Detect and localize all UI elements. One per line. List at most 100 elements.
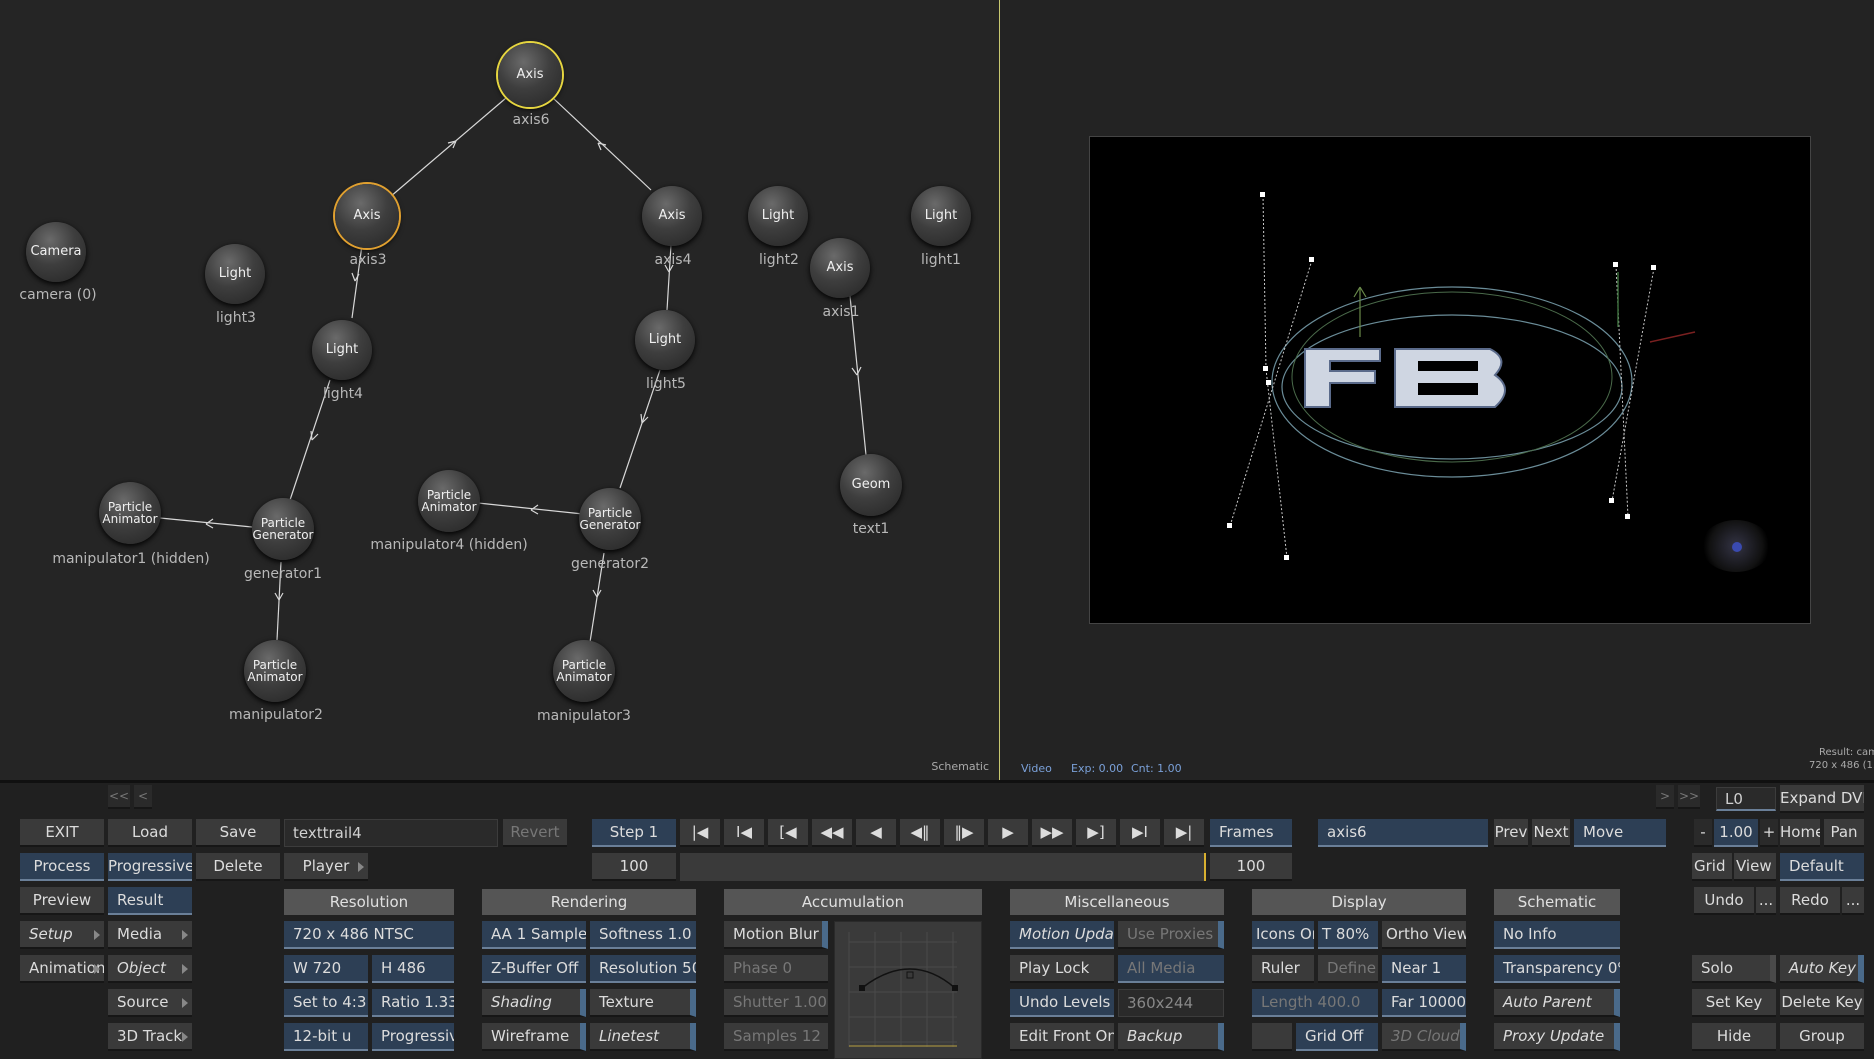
go-end-icon[interactable]: ▶| bbox=[1164, 819, 1204, 847]
viewport[interactable]: Video Exp: 0.00 Cnt: 1.00 Result: cam 72… bbox=[1001, 0, 1874, 780]
rewind-icon[interactable]: ◀◀ bbox=[812, 819, 852, 847]
step-forward-key-icon[interactable]: ▶I bbox=[1120, 819, 1160, 847]
far-field[interactable]: Far 10000 bbox=[1382, 989, 1466, 1017]
node-light2[interactable]: Light bbox=[748, 186, 808, 246]
object-menu[interactable]: Object bbox=[108, 955, 192, 983]
step-back-key-icon[interactable]: I◀ bbox=[724, 819, 764, 847]
frame-end-field[interactable]: 100 bbox=[1210, 853, 1292, 881]
node-axis1[interactable]: Axis bbox=[810, 238, 870, 298]
animation-menu[interactable]: Animation bbox=[20, 955, 104, 983]
node-text1[interactable]: Geom bbox=[840, 454, 902, 516]
node-manipulator3[interactable]: Particle Animator bbox=[553, 640, 615, 702]
zoom-field[interactable]: 1.00 bbox=[1714, 819, 1758, 847]
grid-menu[interactable]: Grid bbox=[1692, 853, 1732, 881]
process-button[interactable]: Process bbox=[20, 853, 104, 881]
hide-button[interactable]: Hide bbox=[1692, 1023, 1776, 1051]
setup-menu[interactable]: Setup bbox=[20, 921, 104, 949]
schematic-transparency-field[interactable]: Transparency 0% bbox=[1494, 955, 1620, 983]
move-mode-button[interactable]: Move bbox=[1574, 819, 1666, 847]
edit-front-only-toggle[interactable]: Edit Front Only bbox=[1010, 1023, 1114, 1051]
load-button[interactable]: Load bbox=[108, 819, 192, 847]
prev-page-button[interactable]: < bbox=[134, 785, 152, 809]
timeline-bar[interactable] bbox=[680, 853, 1206, 881]
softness-field[interactable]: Softness 1.0 bbox=[590, 921, 696, 949]
player-menu[interactable]: Player bbox=[284, 853, 368, 881]
fast-forward-icon[interactable]: ▶▶ bbox=[1032, 819, 1072, 847]
first-page-button[interactable]: << bbox=[108, 785, 130, 809]
zbuffer-button[interactable]: Z-Buffer Off bbox=[482, 955, 586, 983]
length-field[interactable]: Length 400.0 bbox=[1252, 989, 1378, 1017]
node-manipulator1[interactable]: Particle Animator bbox=[99, 482, 161, 544]
pan-button[interactable]: Pan bbox=[1824, 819, 1864, 847]
undo-list-button[interactable]: ... bbox=[1756, 887, 1776, 915]
result-button[interactable]: Result bbox=[108, 887, 192, 915]
node-light1[interactable]: Light bbox=[911, 186, 971, 246]
bit-depth-button[interactable]: 12-bit u bbox=[284, 1023, 368, 1051]
ortho-views-button[interactable]: Ortho Views bbox=[1382, 921, 1466, 949]
backup-toggle[interactable]: Backup bbox=[1118, 1023, 1224, 1051]
node-camera[interactable]: Camera bbox=[26, 222, 86, 282]
undo-button[interactable]: Undo bbox=[1694, 887, 1754, 915]
node-light3[interactable]: Light bbox=[205, 244, 265, 304]
step-field[interactable]: Step 1 bbox=[592, 819, 676, 847]
render-resolution-field[interactable]: Resolution 50 bbox=[590, 955, 696, 983]
blur-curve-editor[interactable] bbox=[834, 921, 982, 1059]
home-button[interactable]: Home bbox=[1780, 819, 1820, 847]
node-manipulator4[interactable]: Particle Animator bbox=[418, 470, 480, 532]
proxy-resolution-field[interactable]: 360x244 bbox=[1118, 989, 1224, 1017]
samples-field[interactable]: Samples 12 bbox=[724, 1023, 828, 1051]
solo-toggle[interactable]: Solo bbox=[1692, 955, 1776, 983]
next-key-icon[interactable]: ▶] bbox=[1076, 819, 1116, 847]
default-view-button[interactable]: Default bbox=[1780, 853, 1864, 881]
set-4-3-button[interactable]: Set to 4:3 bbox=[284, 989, 368, 1017]
next-page-button[interactable]: > bbox=[1656, 785, 1674, 809]
auto-parent-toggle[interactable]: Auto Parent bbox=[1494, 989, 1620, 1017]
node-manipulator2[interactable]: Particle Animator bbox=[244, 640, 306, 702]
play-lock-toggle[interactable]: Play Lock bbox=[1010, 955, 1114, 983]
width-field[interactable]: W 720 bbox=[284, 955, 368, 983]
last-page-button[interactable]: >> bbox=[1678, 785, 1700, 809]
layer-field[interactable]: L0 bbox=[1716, 787, 1776, 811]
grid-off-toggle[interactable]: Grid Off bbox=[1296, 1023, 1378, 1051]
source-menu[interactable]: Source bbox=[108, 989, 192, 1017]
node-light4[interactable]: Light bbox=[312, 320, 372, 380]
prev-key-icon[interactable]: [◀ bbox=[768, 819, 808, 847]
texture-toggle[interactable]: Texture bbox=[590, 989, 696, 1017]
group-button[interactable]: Group bbox=[1780, 1023, 1864, 1051]
icons-on-toggle[interactable]: Icons On bbox=[1252, 921, 1314, 949]
node-axis6[interactable]: Axis bbox=[498, 43, 562, 107]
proxy-update-toggle[interactable]: Proxy Update bbox=[1494, 1023, 1620, 1051]
zoom-plus-button[interactable]: + bbox=[1760, 819, 1778, 847]
no-info-button[interactable]: No Info bbox=[1494, 921, 1620, 949]
auto-key-toggle[interactable]: Auto Key bbox=[1780, 955, 1864, 983]
shading-toggle[interactable]: Shading bbox=[482, 989, 586, 1017]
zoom-minus-button[interactable]: - bbox=[1694, 819, 1712, 847]
exit-button[interactable]: EXIT bbox=[20, 819, 104, 847]
antialias-button[interactable]: AA 1 Sample bbox=[482, 921, 586, 949]
preview-button[interactable]: Preview bbox=[20, 887, 104, 915]
frame-start-field[interactable]: 100 bbox=[592, 853, 676, 881]
undo-levels-field[interactable]: Undo Levels 10 bbox=[1010, 989, 1114, 1017]
save-button[interactable]: Save bbox=[196, 819, 280, 847]
wireframe-toggle[interactable]: Wireframe bbox=[482, 1023, 586, 1051]
height-field[interactable]: H 486 bbox=[372, 955, 454, 983]
progressive-button[interactable]: Progressive bbox=[108, 853, 192, 881]
ruler-toggle[interactable]: Ruler bbox=[1252, 955, 1314, 983]
setup-name-field[interactable]: texttrail4 bbox=[284, 819, 498, 847]
format-field[interactable]: 720 x 486 NTSC bbox=[284, 921, 454, 949]
all-media-button[interactable]: All Media bbox=[1118, 955, 1224, 983]
3d-track-menu[interactable]: 3D Track bbox=[108, 1023, 192, 1051]
node-axis4[interactable]: Axis bbox=[642, 186, 702, 246]
grid-color-swatch[interactable] bbox=[1252, 1023, 1292, 1051]
node-generator1[interactable]: Particle Generator bbox=[252, 498, 314, 560]
play-icon[interactable]: ▶ bbox=[988, 819, 1028, 847]
node-generator2[interactable]: Particle Generator bbox=[579, 488, 641, 550]
step-back-icon[interactable]: ◀‖ bbox=[900, 819, 940, 847]
motion-update-toggle[interactable]: Motion Update bbox=[1010, 921, 1114, 949]
play-back-icon[interactable]: ◀ bbox=[856, 819, 896, 847]
step-forward-icon[interactable]: ‖▶ bbox=[944, 819, 984, 847]
schematic-view[interactable]: Axis axis6 Axis axis3 Axis axis4 Camera … bbox=[0, 0, 1000, 780]
revert-button[interactable]: Revert bbox=[503, 819, 567, 847]
node-axis3[interactable]: Axis bbox=[335, 184, 399, 248]
3d-cloud-toggle[interactable]: 3D Cloud bbox=[1382, 1023, 1466, 1051]
